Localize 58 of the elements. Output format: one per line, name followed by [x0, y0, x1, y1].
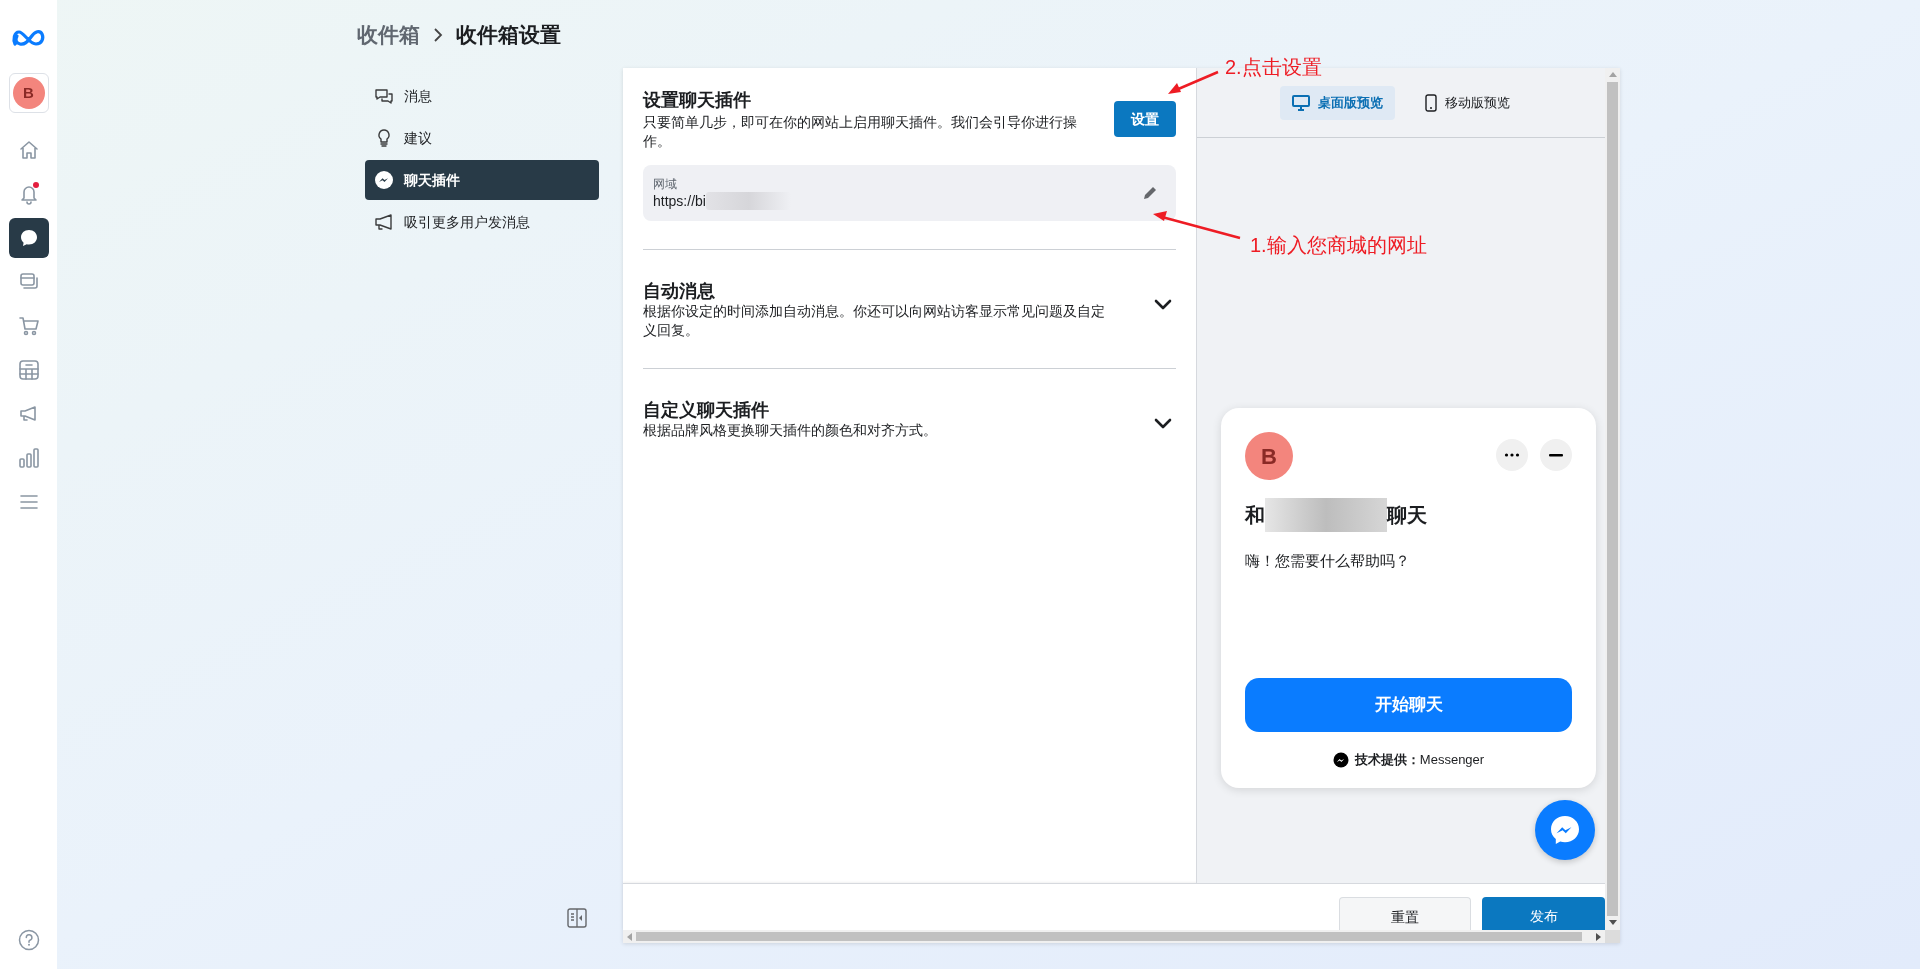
messenger-icon [1332, 752, 1349, 768]
chevron-right-icon [432, 27, 444, 43]
scroll-up-icon[interactable] [1608, 72, 1617, 78]
vertical-scrollbar[interactable] [1605, 68, 1620, 930]
scrollbar-corner [1605, 930, 1620, 943]
minimize-button[interactable] [1540, 439, 1572, 471]
bar-chart-icon [17, 447, 40, 469]
reset-button[interactable]: 重置 [1339, 897, 1471, 930]
publish-button[interactable]: 发布 [1482, 897, 1605, 930]
section-description: 根据你设定的时间添加自动消息。你还可以向网站访客显示常见问题及自定义回复。 [643, 302, 1106, 340]
table-icon [17, 359, 40, 381]
section-title: 自定义聊天插件 [643, 399, 770, 421]
scroll-left-icon[interactable] [627, 932, 632, 941]
annotation-text: 1.输入您商城的网址 [1250, 233, 1427, 258]
edit-icon[interactable] [1142, 185, 1158, 201]
settings-nav-item[interactable]: 建议 [365, 118, 599, 158]
annotation-text: 2.点击设置 [1225, 55, 1322, 80]
more-button[interactable] [1496, 439, 1528, 471]
messenger-icon [1549, 814, 1581, 846]
messenger-launcher[interactable] [1535, 800, 1595, 860]
annotation-arrow [1168, 70, 1219, 94]
field-value: https://bi [653, 191, 706, 211]
start-chat-button[interactable]: 开始聊天 [1245, 678, 1572, 732]
monitor-icon [1292, 94, 1310, 111]
section-title: 自动消息 [643, 280, 716, 302]
help-icon[interactable] [17, 929, 40, 951]
messenger-icon [374, 170, 394, 190]
meta-logo[interactable] [10, 28, 47, 48]
more-icon [1504, 453, 1520, 457]
horizontal-scrollbar[interactable] [623, 930, 1605, 943]
home-icon [17, 139, 40, 161]
settings-nav-item[interactable]: 消息 [365, 76, 599, 116]
preview-tab[interactable]: 桌面版预览 [1280, 85, 1395, 120]
scroll-down-icon[interactable] [1608, 920, 1617, 926]
preview-tab[interactable]: 移动版预览 [1413, 85, 1522, 120]
panel-toggle-icon[interactable] [567, 908, 587, 928]
cart-icon [17, 315, 40, 337]
breadcrumb-link[interactable]: 收件箱 [357, 19, 420, 51]
greeting-message: 嗨！您需要什么帮助吗？ [1245, 551, 1411, 571]
rail-button[interactable] [8, 218, 49, 258]
page-title: 收件箱设置 [456, 22, 561, 49]
section-description: 只要简单几步，即可在你的网站上启用聊天插件。我们会引导你进行操作。 [643, 113, 1078, 151]
avatar: B [1245, 432, 1293, 480]
phone-icon [1425, 93, 1437, 112]
section-description: 根据品牌风格更换聊天插件的颜色和对齐方式。 [643, 421, 938, 440]
powered-by-text: 技术提供：Messenger [1354, 751, 1485, 770]
scroll-right-icon[interactable] [1596, 932, 1601, 941]
setup-button[interactable]: 设置 [1114, 101, 1176, 137]
section-title: 设置聊天插件 [643, 89, 752, 112]
minus-icon [1549, 453, 1563, 457]
field-label: 网域 [653, 175, 678, 192]
domain-field[interactable]: 网域 https://bi [643, 165, 1176, 221]
megaphone-icon [374, 212, 394, 232]
settings-nav-item[interactable]: 吸引更多用户发消息 [365, 202, 599, 242]
chat-title: 和 [1245, 503, 1265, 528]
chat-title: 聊天 [1387, 503, 1427, 528]
speech-bubbles-icon [374, 86, 394, 106]
settings-nav-item[interactable]: 聊天插件 [365, 160, 599, 200]
